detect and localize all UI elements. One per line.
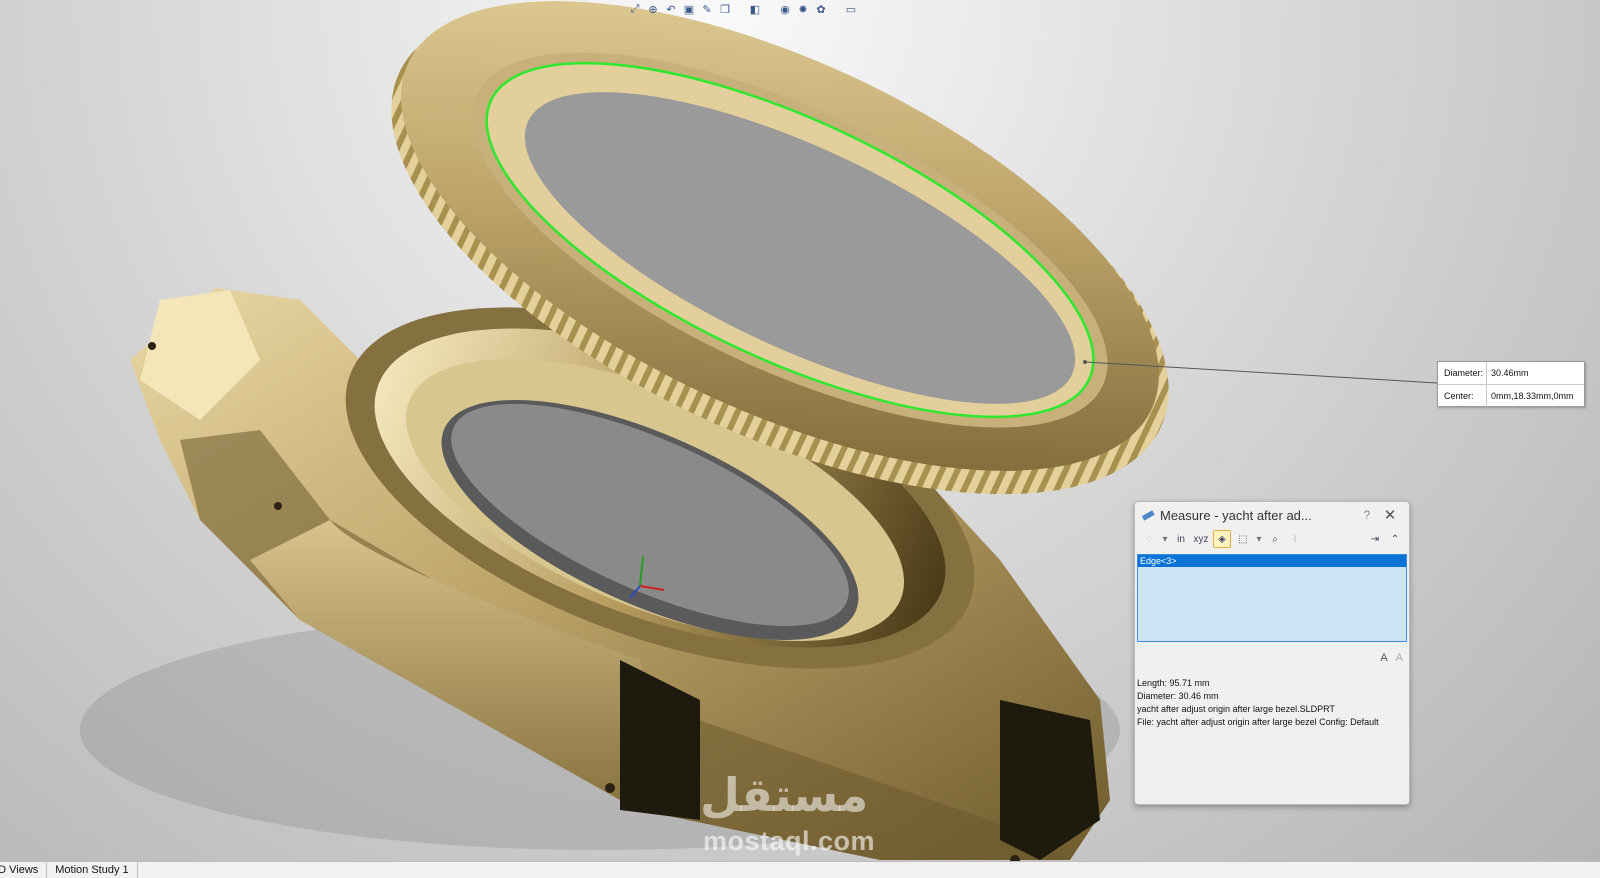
result-file: File: yacht after adjust origin after la…: [1137, 717, 1379, 727]
zoom-fit-icon[interactable]: ⤢: [628, 2, 642, 16]
increase-font-icon[interactable]: A: [1380, 652, 1387, 664]
watermark-latin: mostaql.com: [703, 826, 876, 856]
decrease-font-icon[interactable]: A: [1396, 652, 1403, 664]
selection-list[interactable]: Edge<3>: [1137, 554, 1407, 642]
measure-callout: Diameter: 30.46mm Center: 0mm,18.33mm,0m…: [1437, 361, 1585, 407]
measure-results: Length: 95.71 mm Diameter: 30.46 mm yach…: [1137, 677, 1405, 729]
bottom-tab-bar: 3D Views Motion Study 1: [0, 861, 1600, 878]
view-orientation-icon[interactable]: ❒: [718, 2, 732, 16]
hide-show-icon[interactable]: ◉: [778, 2, 792, 16]
scene-icon[interactable]: ✿: [814, 2, 828, 16]
tab-motion-study-1[interactable]: Motion Study 1: [47, 862, 138, 878]
callout-center-label: Center:: [1438, 385, 1487, 407]
pin-icon[interactable]: ⇥: [1367, 531, 1383, 547]
watermark-arabic: مستقل: [700, 768, 869, 822]
zoom-area-icon[interactable]: ⊕: [646, 2, 660, 16]
collapse-icon[interactable]: ⌃: [1387, 531, 1403, 547]
measurement-history-icon[interactable]: ⌕: [1267, 531, 1283, 547]
callout-center-value: 0mm,18.33mm,0mm: [1491, 391, 1574, 401]
close-button[interactable]: ✕: [1377, 506, 1403, 524]
callout-diameter-value: 30.46mm: [1491, 368, 1529, 378]
projected-on-icon[interactable]: ⬚: [1235, 531, 1251, 547]
result-part-name: yacht after adjust origin after large be…: [1137, 704, 1335, 714]
display-settings-icon[interactable]: ▭: [844, 2, 858, 16]
result-length: Length: 95.71 mm: [1137, 678, 1210, 688]
measure-tool-icon: [1141, 510, 1155, 521]
units-precision-icon[interactable]: in: [1173, 531, 1189, 547]
result-diameter: Diameter: 30.46 mm: [1137, 691, 1219, 701]
show-xyz-measurements-icon[interactable]: xyz: [1193, 531, 1209, 547]
selection-item[interactable]: Edge<3>: [1138, 555, 1406, 567]
display-style-icon[interactable]: ◧: [748, 2, 762, 16]
dropdown-arrow-icon[interactable]: ▾: [1255, 531, 1263, 547]
measure-title-bar[interactable]: Measure - yacht after ad... ? ✕: [1135, 502, 1409, 528]
callout-diameter-label: Diameter:: [1438, 362, 1487, 384]
previous-view-icon[interactable]: ↶: [664, 2, 678, 16]
measure-dialog: Measure - yacht after ad... ? ✕ ◌ ▾ in x…: [1134, 501, 1410, 805]
section-view-icon[interactable]: ▣: [682, 2, 696, 16]
heads-up-view-toolbar: ⤢ ⊕ ↶ ▣ ✎ ❒ ◧ ◉ ✸ ✿ ▭: [628, 2, 858, 16]
create-sensor-icon[interactable]: ⌇: [1287, 531, 1303, 547]
measure-toolbar: ◌ ▾ in xyz ◈ ⬚ ▾ ⌕ ⌇ ⇥ ⌃: [1135, 528, 1409, 550]
measure-title: Measure - yacht after ad...: [1160, 507, 1312, 523]
help-button[interactable]: ?: [1357, 508, 1377, 522]
tab-3d-views[interactable]: 3D Views: [0, 862, 48, 878]
point-to-point-icon[interactable]: ◈: [1213, 530, 1231, 548]
arc-circle-measurements-icon[interactable]: ◌: [1141, 531, 1157, 547]
dropdown-arrow-icon[interactable]: ▾: [1161, 531, 1169, 547]
dynamic-annotation-icon[interactable]: ✎: [700, 2, 714, 16]
appearance-icon[interactable]: ✸: [796, 2, 810, 16]
